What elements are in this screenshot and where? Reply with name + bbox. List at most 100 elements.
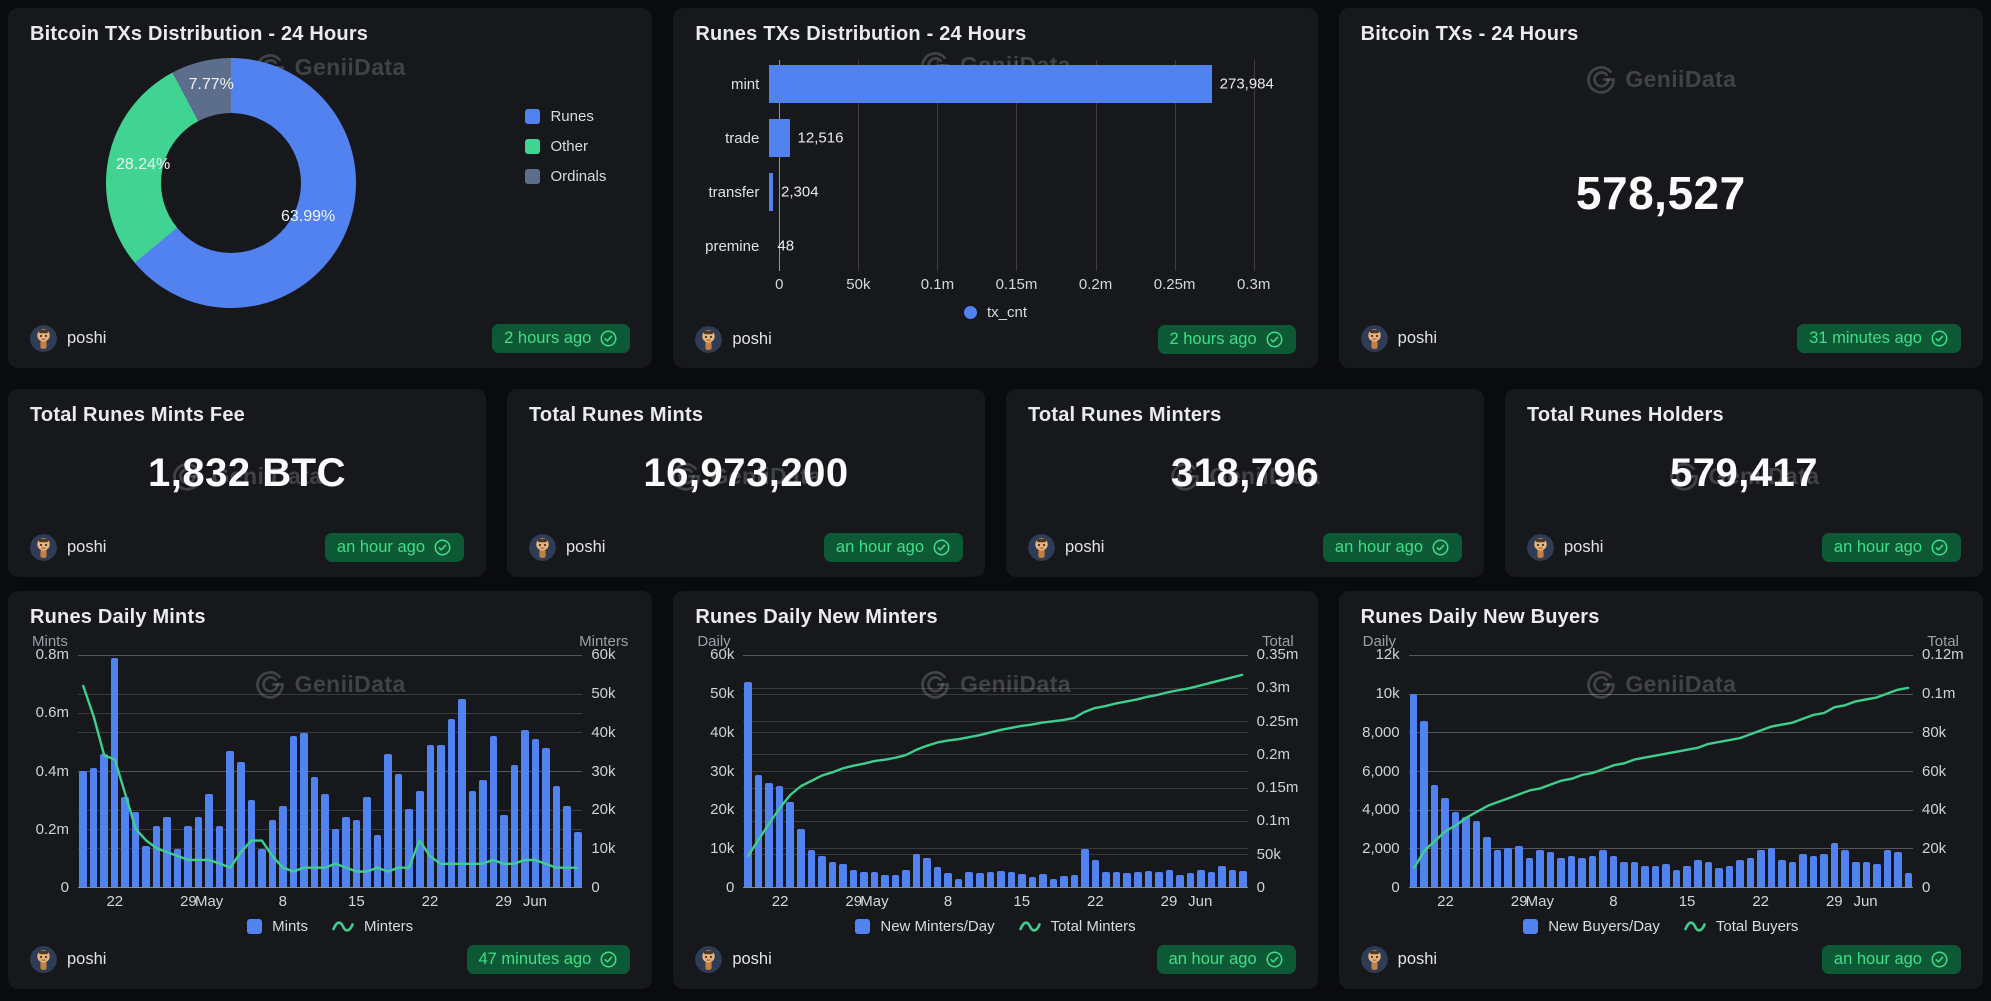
axis-names: Daily Total <box>1361 633 1961 655</box>
card-title: Total Runes Minters <box>1028 404 1462 427</box>
plot-area[interactable] <box>78 655 582 888</box>
updated-badge[interactable]: an hour ago <box>824 533 963 562</box>
left-axis-ticks: 0.8m0.6m0.4m0.2m0 <box>30 655 78 888</box>
legend-item-bars[interactable]: New Buyers/Day <box>1523 918 1660 935</box>
author[interactable]: poshi <box>1527 534 1603 561</box>
author[interactable]: poshi <box>1361 325 1437 352</box>
axis-tick-label: 60k <box>695 646 743 663</box>
legend-item-bars[interactable]: New Minters/Day <box>855 918 994 935</box>
avatar <box>529 534 556 561</box>
updated-badge[interactable]: an hour ago <box>1822 945 1961 974</box>
category-label: transfer <box>695 184 769 201</box>
axis-tick-label: 0 <box>695 879 743 896</box>
legend-item-ordinals[interactable]: Ordinals <box>525 168 606 185</box>
legend-item-line[interactable]: Total Buyers <box>1684 918 1799 935</box>
hbar-row[interactable]: transfer2,304 <box>695 168 1295 216</box>
x-tick-label: 0.1m <box>921 276 954 293</box>
author[interactable]: poshi <box>1361 946 1437 973</box>
legend-label: Total Buyers <box>1716 918 1799 935</box>
author[interactable]: poshi <box>30 946 106 973</box>
author-name: poshi <box>1065 538 1104 557</box>
combo-chart-daily-mints[interactable]: GeniiData Mints Minters 0.8m0.6m0.4m0.2m… <box>30 633 630 939</box>
author[interactable]: poshi <box>1028 534 1104 561</box>
x-axis-labels: 2229May8152229Jun <box>78 888 582 912</box>
hbar-row[interactable]: trade12,516 <box>695 114 1295 162</box>
updated-badge[interactable]: an hour ago <box>1157 945 1296 974</box>
legend-item-line[interactable]: Minters <box>332 918 413 935</box>
chart-legend: New Buyers/Day Total Buyers <box>1361 913 1961 939</box>
legend-label: Ordinals <box>550 168 606 185</box>
stat-value: 579,417 <box>1527 451 1961 496</box>
legend-swatch <box>525 109 540 124</box>
line-series[interactable] <box>78 655 582 887</box>
stat-body: 578,527 <box>1361 46 1961 318</box>
card-title: Total Runes Holders <box>1527 404 1961 427</box>
chart-legend[interactable]: tx_cnt <box>695 304 1295 321</box>
legend-item-runes[interactable]: Runes <box>525 108 606 125</box>
donut-chart[interactable]: 63.99% 28.24% 7.77% Runes Other Ordinals <box>30 46 630 318</box>
bar[interactable] <box>769 65 1211 103</box>
updated-badge[interactable]: 2 hours ago <box>1158 325 1296 354</box>
x-tick-label: 8 <box>1609 893 1617 910</box>
card-footer: poshi an hour ago <box>695 939 1295 979</box>
check-circle-icon <box>1265 330 1284 349</box>
legend-item-other[interactable]: Other <box>525 138 606 155</box>
card-title: Bitcoin TXs - 24 Hours <box>1361 23 1961 46</box>
x-tick-label: 29 <box>1826 893 1843 910</box>
avatar <box>1028 534 1055 561</box>
combo-chart-new-buyers[interactable]: GeniiData Daily Total 12k10k8,0006,0004,… <box>1361 633 1961 939</box>
card-total-runes-mints-fee: Total Runes Mints Fee GeniiData 1,832 BT… <box>8 389 486 577</box>
stat-body: GeniiData 579,417 <box>1527 427 1961 527</box>
card-title: Runes Daily Mints <box>30 606 630 629</box>
axis-tick-label: 40k <box>1913 801 1961 818</box>
updated-badge[interactable]: 2 hours ago <box>492 324 630 353</box>
card-runes-daily-new-minters: Runes Daily New Minters GeniiData Daily … <box>673 591 1317 989</box>
card-title: Runes TXs Distribution - 24 Hours <box>695 23 1295 46</box>
plot-area[interactable] <box>743 655 1247 888</box>
axis-names: Daily Total <box>695 633 1295 655</box>
legend-item-tx-cnt[interactable]: tx_cnt <box>964 304 1027 321</box>
hbar-row[interactable]: mint273,984 <box>695 60 1295 108</box>
axis-tick-label: 12k <box>1361 646 1409 663</box>
author[interactable]: poshi <box>30 534 106 561</box>
hbar-row[interactable]: premine48 <box>695 222 1295 270</box>
bar[interactable] <box>769 173 773 211</box>
line-series[interactable] <box>1409 655 1913 887</box>
author[interactable]: poshi <box>30 325 106 352</box>
x-tick-label: 22 <box>1087 893 1104 910</box>
updated-text: an hour ago <box>836 538 924 557</box>
hbar-rows[interactable]: mint273,984 trade12,516 transfer2,304 premi… <box>695 56 1295 270</box>
legend-item-line[interactable]: Total Minters <box>1019 918 1136 935</box>
updated-badge[interactable]: an hour ago <box>325 533 464 562</box>
author-name: poshi <box>67 950 106 969</box>
check-circle-icon <box>433 538 452 557</box>
card-title: Total Runes Mints Fee <box>30 404 464 427</box>
combo-chart-new-minters[interactable]: GeniiData Daily Total 60k50k40k30k20k10k… <box>695 633 1295 939</box>
donut[interactable]: 63.99% 28.24% 7.77% <box>106 58 356 308</box>
axis-tick-label: 30k <box>695 763 743 780</box>
axis-tick-label: 0.2m <box>30 821 78 838</box>
wave-icon <box>332 920 354 933</box>
line-series[interactable] <box>743 655 1247 887</box>
author[interactable]: poshi <box>695 946 771 973</box>
check-circle-icon <box>1930 950 1949 969</box>
bar[interactable] <box>769 119 789 157</box>
x-tick-label: 29 <box>495 893 512 910</box>
legend-swatch <box>525 169 540 184</box>
updated-badge[interactable]: an hour ago <box>1323 533 1462 562</box>
author[interactable]: poshi <box>695 326 771 353</box>
author[interactable]: poshi <box>529 534 605 561</box>
author-name: poshi <box>67 329 106 348</box>
avatar <box>695 326 722 353</box>
plot-area[interactable] <box>1409 655 1913 888</box>
card-footer: poshi 47 minutes ago <box>30 939 630 979</box>
card-footer: poshi 2 hours ago <box>30 318 630 358</box>
category-label: premine <box>695 238 769 255</box>
hbar-chart[interactable]: mint273,984 trade12,516 transfer2,304 premi… <box>695 56 1295 321</box>
updated-badge[interactable]: 47 minutes ago <box>467 945 631 974</box>
legend-item-bars[interactable]: Mints <box>247 918 308 935</box>
x-tick-label: 0.25m <box>1154 276 1196 293</box>
updated-badge[interactable]: 31 minutes ago <box>1797 324 1961 353</box>
wave-icon <box>1019 920 1041 933</box>
updated-badge[interactable]: an hour ago <box>1822 533 1961 562</box>
